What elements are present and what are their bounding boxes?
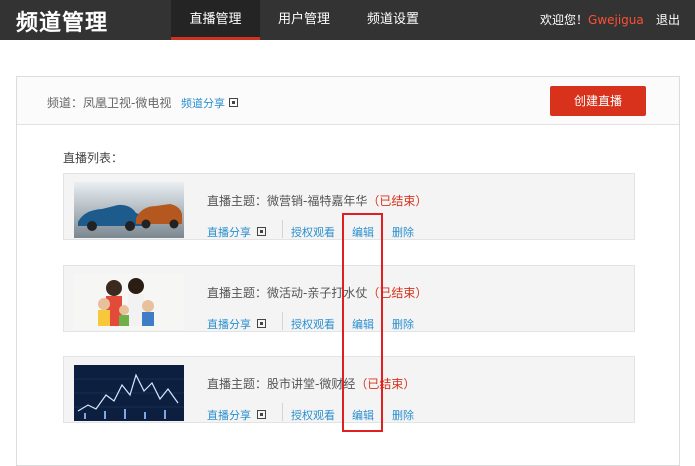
qr-code-icon[interactable]	[229, 98, 238, 107]
broadcast-title: 直播主题：股市讲堂-微财经（已结束）	[207, 377, 416, 391]
broadcast-title: 直播主题：微营销-福特嘉年华（已结束）	[207, 194, 428, 208]
app-logo: 频道管理	[16, 11, 109, 36]
qr-code-icon[interactable]	[257, 319, 266, 328]
delete-link[interactable]: 删除	[392, 224, 414, 240]
nav-live-management[interactable]: 直播管理	[171, 0, 260, 40]
username[interactable]: Gwejigua	[588, 13, 644, 27]
broadcast-thumbnail-family[interactable]	[74, 274, 184, 330]
divider	[282, 312, 283, 330]
authorize-view-link[interactable]: 授权观看	[291, 224, 335, 240]
divider	[282, 403, 283, 421]
qr-code-icon[interactable]	[257, 410, 266, 419]
live-share-link[interactable]: 直播分享	[207, 224, 251, 240]
qr-code-icon[interactable]	[257, 227, 266, 236]
welcome-text: 欢迎您！Gwejigua	[540, 13, 644, 27]
channel-share-link[interactable]: 频道分享	[181, 95, 225, 111]
nav-user-management[interactable]: 用户管理	[260, 0, 348, 40]
edit-column-highlight-box	[342, 213, 383, 432]
authorize-view-link[interactable]: 授权观看	[291, 316, 335, 332]
divider	[282, 220, 283, 238]
live-share-link[interactable]: 直播分享	[207, 407, 251, 423]
list-title: 直播列表：	[63, 151, 124, 165]
create-live-button[interactable]: 创建直播	[550, 86, 646, 116]
broadcast-title: 直播主题：微活动-亲子打水仗（已结束）	[207, 286, 428, 300]
nav-channel-settings[interactable]: 频道设置	[348, 0, 438, 40]
delete-link[interactable]: 删除	[392, 407, 414, 423]
authorize-view-link[interactable]: 授权观看	[291, 407, 335, 423]
delete-link[interactable]: 删除	[392, 316, 414, 332]
broadcast-thumbnail-cars[interactable]	[74, 182, 184, 238]
live-share-link[interactable]: 直播分享	[207, 316, 251, 332]
logout-link[interactable]: 退出	[656, 0, 680, 40]
status-badge: （已结束）	[367, 194, 428, 208]
broadcast-thumbnail-stock[interactable]	[74, 365, 184, 421]
top-bar: 频道管理 直播管理 用户管理 频道设置 欢迎您！Gwejigua 退出	[0, 0, 695, 40]
channel-header: 频道：凤凰卫视-微电视 频道分享 创建直播	[17, 77, 679, 125]
channel-name: 频道：凤凰卫视-微电视	[47, 96, 172, 110]
